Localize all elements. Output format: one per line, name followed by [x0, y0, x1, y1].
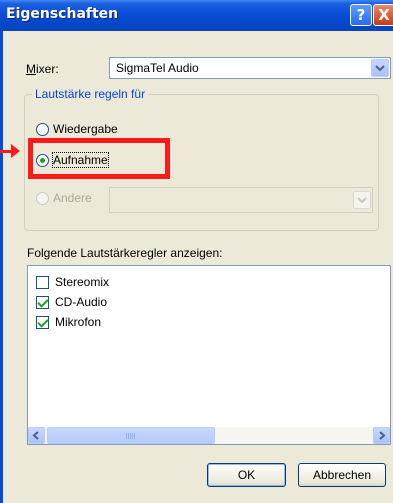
checkbox-checked[interactable] — [36, 296, 49, 309]
radio-label-playback: Wiedergabe — [53, 122, 118, 136]
grip-icon — [126, 433, 136, 439]
ok-button[interactable]: OK — [207, 463, 286, 487]
radio-button[interactable] — [36, 123, 49, 136]
chevron-down-icon[interactable] — [371, 59, 389, 77]
window-frame — [0, 31, 3, 503]
window-title: Eigenschaften — [6, 6, 119, 22]
radio-button-disabled — [36, 192, 49, 205]
checkbox[interactable] — [36, 276, 49, 289]
red-highlight-box — [28, 138, 170, 179]
checkbox-checked[interactable] — [36, 316, 49, 329]
scrollbar-thumb[interactable] — [47, 427, 215, 444]
volume-controls-list[interactable]: Stereomix CD-Audio Mikrofon — [27, 265, 391, 445]
properties-dialog: Eigenschaften ? X Mixer: SigmaTel Audio … — [0, 0, 393, 503]
radio-label-other: Andere — [53, 191, 92, 205]
group-title: Lautstärke regeln für — [32, 87, 149, 101]
close-button[interactable]: X — [373, 4, 393, 26]
chevron-down-icon — [353, 191, 371, 209]
scroll-left-button[interactable] — [28, 427, 45, 444]
mixer-select[interactable]: SigmaTel Audio — [109, 57, 391, 79]
scroll-right-button[interactable] — [373, 427, 390, 444]
horizontal-scrollbar[interactable] — [28, 427, 390, 444]
red-arrow-head — [11, 144, 20, 158]
mixer-select-value: SigmaTel Audio — [116, 61, 199, 75]
title-bar[interactable]: Eigenschaften ? X — [0, 0, 393, 31]
mixer-label: Mixer: — [26, 62, 59, 76]
controls-list-label: Folgende Lautstärkeregler anzeigen: — [27, 246, 223, 260]
help-button[interactable]: ? — [350, 4, 372, 26]
cancel-button[interactable]: Abbrechen — [298, 463, 386, 487]
other-device-select — [109, 187, 373, 213]
